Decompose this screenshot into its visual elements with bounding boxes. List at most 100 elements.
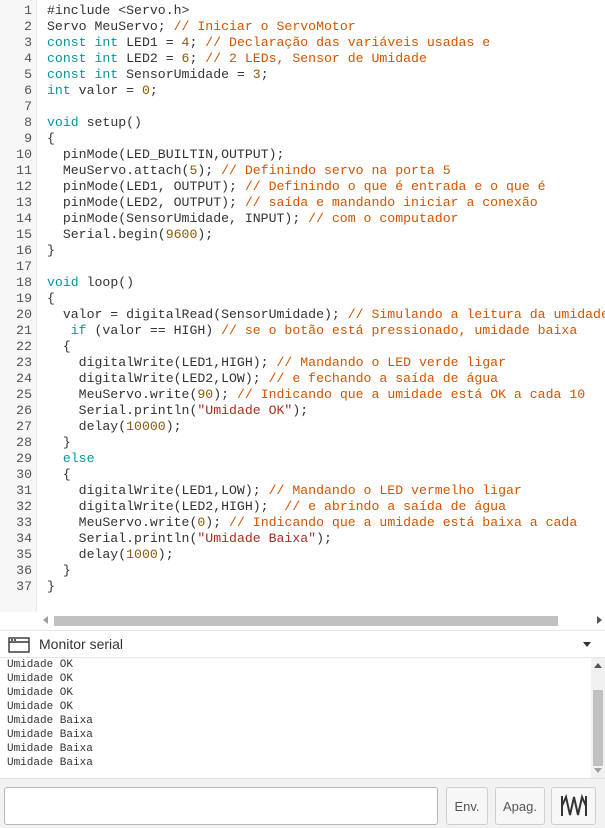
code-text: Servo MeuServo; // Iniciar o ServoMotor	[47, 19, 356, 35]
line-number: 23	[16, 355, 32, 370]
editor-horizontal-scrollbar[interactable]	[37, 612, 605, 630]
code-text: {	[47, 339, 71, 355]
code-text: int valor = 0;	[47, 83, 158, 99]
code-token: else	[62, 451, 95, 466]
serial-message-input[interactable]	[4, 787, 438, 825]
code-token: int	[94, 51, 127, 66]
serial-output-line: Umidade OK	[7, 659, 74, 671]
code-token: "Umidade OK"	[197, 403, 293, 418]
line-number: 1	[24, 3, 32, 18]
serial-output-line: Umidade Baixa	[7, 743, 93, 755]
line-number: 9	[24, 131, 32, 146]
code-token: }	[47, 435, 71, 450]
code-token: );	[197, 227, 214, 242]
code-token: int	[47, 83, 79, 98]
code-text: pinMode(LED2, OUTPUT); // saída e mandan…	[47, 195, 538, 211]
line-number: 37	[16, 579, 32, 594]
code-token: MeuServo.write(	[47, 515, 198, 530]
code-token: Serial.begin(	[47, 227, 166, 242]
line-number: 29	[16, 451, 32, 466]
code-text: pinMode(LED_BUILTIN,OUTPUT);	[47, 147, 285, 163]
serial-output-line: Umidade OK	[7, 687, 74, 699]
code-token: 0	[141, 83, 150, 98]
code-token: #include <Servo.h>	[47, 3, 190, 18]
code-token: const	[47, 35, 95, 50]
line-number: 36	[16, 563, 32, 578]
code-token: );	[292, 403, 309, 418]
code-token: void	[47, 275, 87, 290]
code-token: MeuServo.attach(	[47, 163, 190, 178]
code-token: // Indicando que a umidade está OK a cad…	[236, 387, 586, 402]
gutter-divider	[36, 0, 37, 612]
code-text: Serial.begin(9600);	[47, 227, 213, 243]
code-token: int	[94, 35, 127, 50]
scrollbar-thumb[interactable]	[593, 690, 603, 766]
chevron-down-icon[interactable]	[583, 642, 591, 647]
line-number: 11	[16, 163, 32, 178]
line-number: 35	[16, 547, 32, 562]
waveform-plotter-icon	[561, 794, 587, 816]
code-token: // Simulando a leitura da umidade	[347, 307, 605, 322]
code-token: LED1 =	[126, 35, 182, 50]
serial-monitor-window-icon	[8, 637, 30, 658]
line-number: 14	[16, 211, 32, 226]
serial-output-line: Umidade Baixa	[7, 715, 93, 727]
serial-output-line: Umidade OK	[7, 673, 74, 685]
send-button[interactable]: Env.	[446, 787, 488, 825]
code-text: }	[47, 579, 55, 595]
code-token: (valor == HIGH)	[94, 323, 222, 338]
code-text: delay(10000);	[47, 419, 182, 435]
line-number: 16	[16, 243, 32, 258]
code-token: digitalWrite(LED1,HIGH);	[47, 355, 277, 370]
serial-output-line: Umidade Baixa	[7, 757, 93, 769]
code-token: 90	[197, 387, 214, 402]
scroll-left-arrow-icon[interactable]	[43, 616, 48, 624]
line-number: 25	[16, 387, 32, 402]
code-token: 3	[252, 67, 261, 82]
line-number: 2	[24, 19, 32, 34]
serial-output-line: Umidade Baixa	[7, 729, 93, 741]
code-token: if	[70, 323, 95, 338]
code-token: // 2 LEDs, Sensor de Umidade	[205, 51, 427, 66]
code-text: digitalWrite(LED2,LOW); // e fechando a …	[47, 371, 498, 387]
plotter-button[interactable]	[551, 787, 596, 825]
serial-output-vertical-scrollbar[interactable]	[591, 658, 605, 778]
code-token: SensorUmidade =	[126, 67, 253, 82]
code-token: Serial.println(	[47, 531, 198, 546]
scroll-up-arrow-icon[interactable]	[594, 663, 602, 668]
serial-output-area[interactable]: Umidade OK Umidade OK Umidade OK Umidade OK…	[0, 658, 591, 778]
clear-output-button[interactable]: Apag.	[495, 787, 545, 825]
code-text: digitalWrite(LED1,LOW); // Mandando o LE…	[47, 483, 522, 499]
code-token: {	[47, 131, 55, 146]
code-token: {	[47, 467, 71, 482]
line-number: 34	[16, 531, 32, 546]
code-token: delay(	[47, 547, 127, 562]
code-text: {	[47, 291, 55, 307]
code-token: int	[94, 67, 127, 82]
code-token: pinMode(SensorUmidade, INPUT);	[47, 211, 309, 226]
code-token: MeuServo.write(	[47, 387, 198, 402]
scroll-down-arrow-icon[interactable]	[594, 768, 602, 773]
code-text: }	[47, 563, 71, 579]
code-text: MeuServo.write(90); // Indicando que a u…	[47, 387, 586, 403]
line-number: 5	[24, 67, 32, 82]
code-text: delay(1000);	[47, 547, 174, 563]
code-token: // Declaração das variáveis usadas e	[205, 35, 491, 50]
code-token: {	[47, 339, 71, 354]
code-token: // com o computador	[308, 211, 459, 226]
code-token: valor = digitalRead(SensorUmidade);	[47, 307, 348, 322]
line-number: 13	[16, 195, 32, 210]
code-editor[interactable]: 1 #include <Servo.h> 2 Servo MeuServo; // I…	[0, 0, 605, 612]
code-token: // Definindo servo na porta 5	[221, 163, 451, 178]
scroll-right-arrow-icon[interactable]	[597, 616, 602, 624]
serial-monitor-header[interactable]: Monitor serial	[0, 630, 605, 658]
code-token: Servo MeuServo;	[47, 19, 174, 34]
line-number: 3	[24, 35, 32, 50]
line-number: 20	[16, 307, 32, 322]
scrollbar-thumb[interactable]	[54, 616, 558, 626]
code-token: );	[213, 387, 237, 402]
code-token: digitalWrite(LED1,LOW);	[47, 483, 269, 498]
line-number: 12	[16, 179, 32, 194]
